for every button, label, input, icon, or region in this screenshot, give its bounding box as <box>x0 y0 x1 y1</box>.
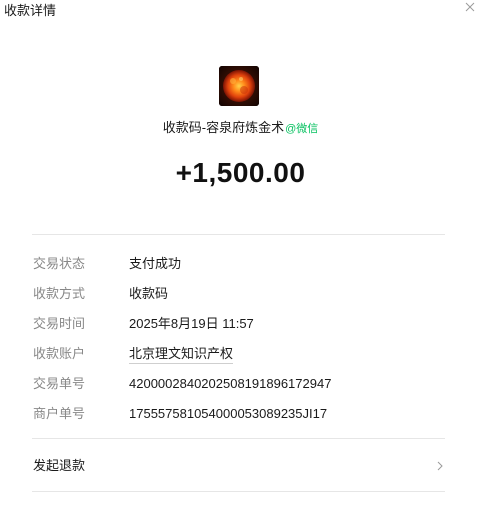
merchant-name: 收款码-容泉府炼金术 <box>162 120 285 135</box>
detail-value: 175557581054000053089235JI17 <box>129 406 328 421</box>
detail-value: 2025年8月19日 11:57 <box>129 316 254 331</box>
wechat-tag: @微信 <box>285 123 319 135</box>
window-title: 收款详情 <box>4 3 57 18</box>
merchant-name-row: 收款码-容泉府炼金术@微信 <box>0 119 481 138</box>
detail-label: 商户单号 <box>33 406 86 421</box>
merchant-logo <box>219 66 259 106</box>
divider <box>32 234 445 235</box>
sun-logo-icon <box>219 66 259 106</box>
detail-label: 交易单号 <box>33 376 86 391</box>
refund-label: 发起退款 <box>33 458 86 473</box>
detail-label: 收款账户 <box>33 346 86 361</box>
close-button[interactable] <box>463 0 477 14</box>
account-link[interactable]: 北京理文知识产权 <box>129 344 234 364</box>
divider <box>32 438 445 439</box>
detail-label: 交易时间 <box>33 316 86 331</box>
detail-value: 收款码 <box>129 286 169 301</box>
divider <box>32 491 445 492</box>
close-icon <box>465 2 475 12</box>
amount: +1,500.00 <box>175 157 306 188</box>
detail-label: 交易状态 <box>33 256 86 271</box>
refund-button[interactable]: 发起退款 <box>33 456 446 476</box>
detail-value: 支付成功 <box>129 256 182 271</box>
detail-label: 收款方式 <box>33 286 86 301</box>
chevron-right-icon <box>437 461 443 471</box>
detail-value: 4200002840202508191896172947 <box>129 376 332 391</box>
